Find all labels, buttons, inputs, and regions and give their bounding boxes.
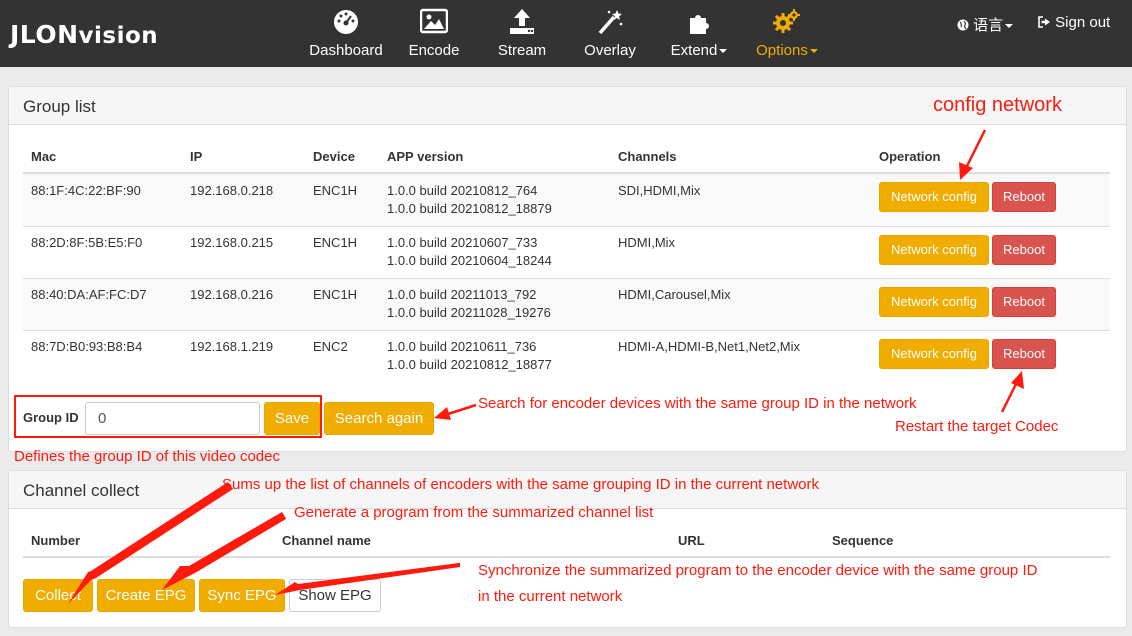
arrow-to-reboot: [1000, 371, 1024, 413]
arrow-to-network-config: [959, 129, 987, 180]
arrow-to-sync-epg: [275, 563, 460, 595]
annotation-arrows: [68, 129, 1024, 604]
arrow-to-create-epg: [162, 512, 286, 590]
arrow-to-search-again: [434, 403, 477, 420]
arrow-to-collect: [68, 482, 233, 604]
